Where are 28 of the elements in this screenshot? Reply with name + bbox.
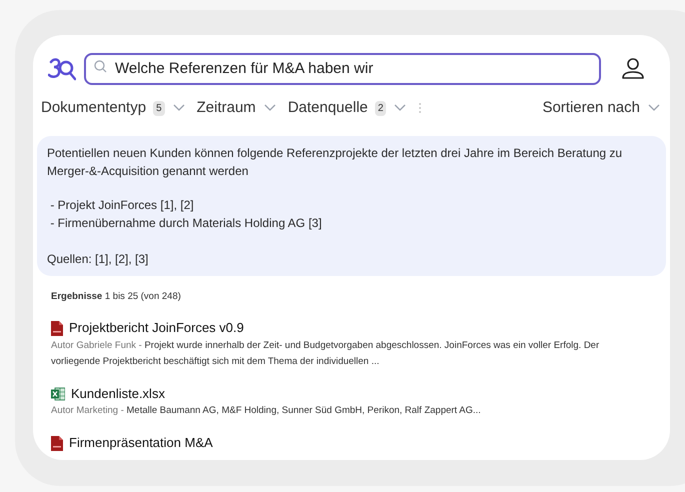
chevron-down-icon [394, 104, 406, 112]
results-count: Ergebnisse 1 bis 25 (von 248) [51, 290, 182, 304]
result-title[interactable]: Kundenliste.xlsx [71, 384, 165, 404]
result-title[interactable]: Projektbericht JoinForces v0.9 [69, 318, 244, 338]
answer-list-item: - Firmenübernahme durch Materials Holding AG [3] [49, 215, 323, 232]
sort-dropdown[interactable]: Sortieren nach [542, 96, 660, 120]
pdf-file-icon [51, 320, 63, 336]
search-icon [94, 60, 107, 72]
filter-dropdown[interactable]: Datenquelle 2 [288, 96, 406, 120]
answer-text: Potentiellen neuen Kunden können folgende Referenzprojekte der letzten drei Jahre im Bereich Beratung zu Merger-&-Acquisition genannt werden [47, 145, 624, 180]
chevron-down-icon [648, 104, 660, 112]
result-snippet: Autor Gabriele Funk - Projekt wurde innerhalb der Zeit- und Budgetvorgaben abgeschlossen. JoinForces was ein voller Erfolg. Der vorliegende Projektbericht beschäftigt sich mit dem Thema der individuellen ... [51, 338, 600, 369]
pdf-file-icon [51, 436, 63, 450]
chevron-down-icon [264, 104, 276, 112]
logo-icon [48, 56, 76, 82]
filter-dropdown[interactable]: Dokumententyp 5 [41, 96, 185, 120]
chevron-down-icon [172, 104, 185, 112]
search-input[interactable]: Welche Referenzen für M&A haben wir [115, 58, 591, 80]
search-field[interactable]: Welche Referenzen für M&A haben wir [84, 53, 601, 85]
user-icon[interactable] [621, 57, 645, 81]
filter-count: 2 [374, 100, 386, 116]
result-snippet: Autor Marketing - Metalle Baumann AG, M&F Holding, Sunner Süd GmbH, Perikon, Ralf Zappert AG... [51, 404, 482, 418]
filter-dropdown[interactable]: Zeitraum [196, 96, 276, 120]
filter-count: 5 [153, 100, 165, 116]
answer-sources: Quellen: [1], [2], [3] [47, 251, 150, 268]
spreadsheet-file-icon [51, 386, 65, 400]
answer-list-item: - Projekt JoinForces [1], [2] [49, 197, 195, 214]
result-title[interactable]: Firmenpräsentation M&A [69, 433, 213, 453]
